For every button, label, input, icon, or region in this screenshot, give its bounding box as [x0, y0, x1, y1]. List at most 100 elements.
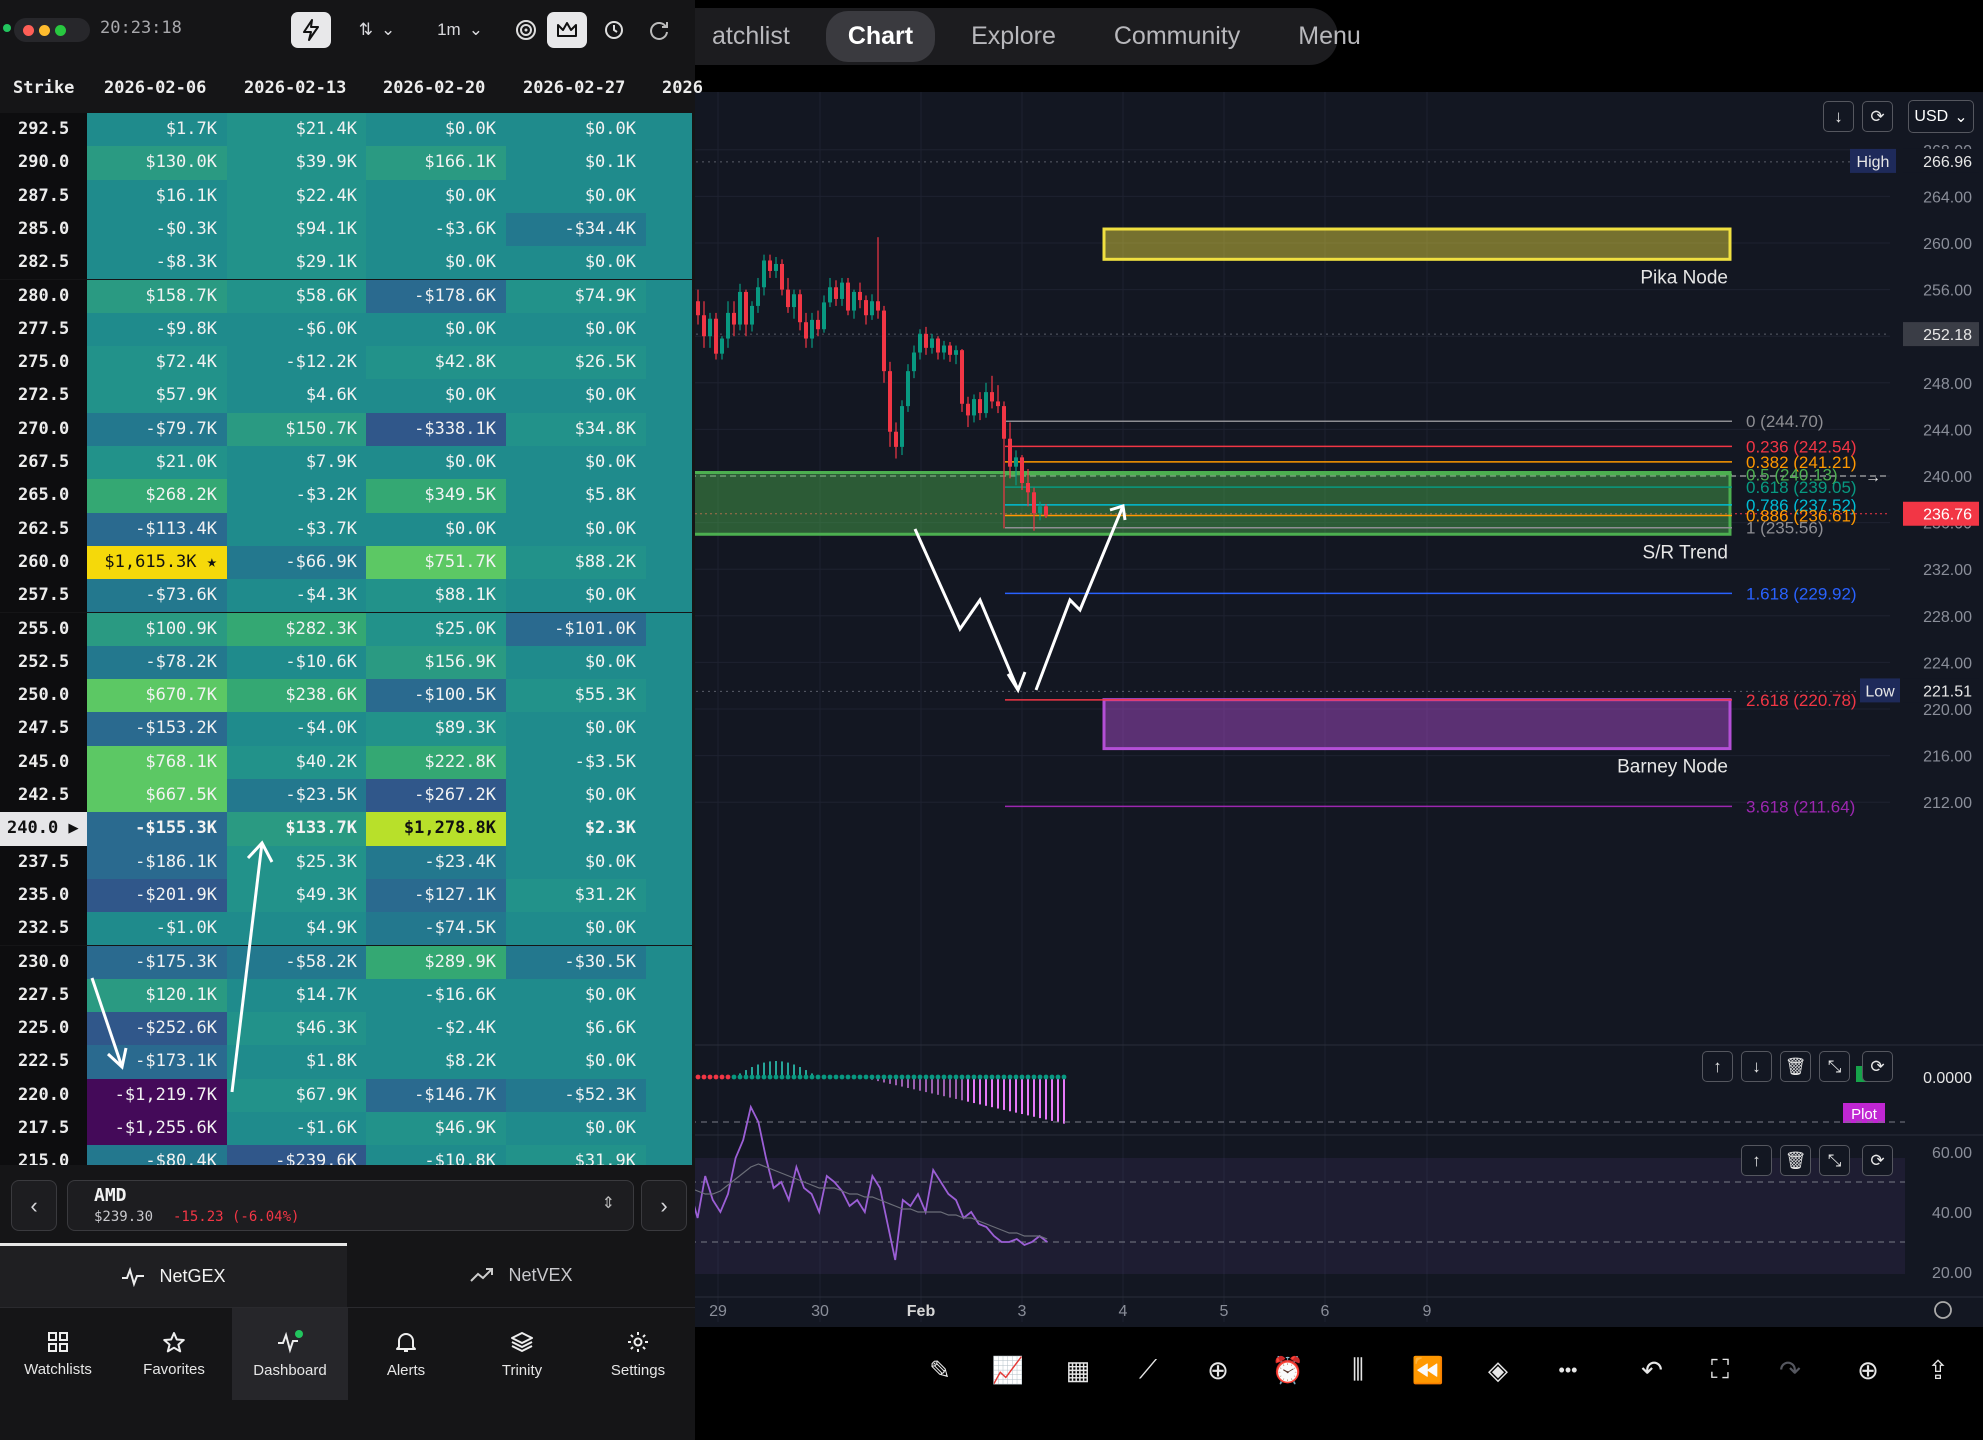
gex-value-cell[interactable]: $0.0K [366, 446, 506, 480]
gex-value-cell[interactable]: $22.4K [227, 179, 367, 213]
gex-value-cell[interactable]: $1,278.8K [366, 812, 506, 846]
gex-value-cell[interactable]: $39.9K [227, 146, 367, 180]
gex-value-cell[interactable]: -$2.4K [366, 1012, 506, 1046]
column-header-expiry[interactable]: 2026 [662, 78, 703, 98]
refresh-icon[interactable] [643, 12, 675, 48]
nav-trinity[interactable]: Trinity [464, 1308, 580, 1400]
replay-icon[interactable]: ⏪ [1408, 1350, 1448, 1390]
gex-value-cell[interactable]: $0.0K [506, 312, 646, 347]
rsi-pane-up-button[interactable]: ↑ [1741, 1145, 1772, 1176]
gex-value-cell[interactable]: -$16.6K [366, 978, 506, 1013]
gex-value-cell[interactable]: -$3.5K [506, 745, 646, 779]
gex-value-cell[interactable]: -$79.7K [87, 412, 227, 446]
gex-value-cell[interactable]: $89.3K [366, 712, 506, 746]
gex-value-cell[interactable]: $0.0K [506, 978, 646, 1013]
gex-value-cell[interactable]: $4.6K [227, 379, 367, 413]
interval-select[interactable]: 1m ⌄ [433, 12, 487, 48]
undo-icon[interactable]: ↶ [1632, 1350, 1672, 1390]
gex-value-cell[interactable]: $751.7K [366, 545, 506, 580]
table-row[interactable]: 285.0 -$0.3K $94.1K -$3.6K -$34.4K [0, 212, 695, 247]
gex-value-cell[interactable]: $166.1K [366, 146, 506, 180]
gex-value-cell[interactable]: -$239.6K [227, 1145, 367, 1165]
column-header-expiry[interactable]: 2026-02-06 [104, 78, 206, 98]
column-header-expiry[interactable]: 2026-02-27 [523, 78, 625, 98]
gex-value-cell[interactable]: $74.9K [506, 279, 646, 313]
gex-value-cell[interactable]: $26.5K [506, 346, 646, 380]
gex-value-cell[interactable]: -$338.1K [366, 412, 506, 446]
gex-value-cell[interactable]: $156.9K [366, 645, 506, 680]
gex-value-cell[interactable]: $0.0K [366, 512, 506, 546]
table-row[interactable]: 262.5 -$113.4K -$3.7K $0.0K $0.0K [0, 512, 695, 546]
gex-value-cell[interactable]: -$12.2K [227, 346, 367, 380]
sort-button[interactable]: ⇅ ⌄ [350, 12, 404, 48]
rsi-pane-delete-button[interactable]: 🗑 [1780, 1145, 1811, 1176]
gex-value-cell[interactable]: $94.1K [227, 212, 367, 247]
redo-icon[interactable]: ↷ [1770, 1350, 1810, 1390]
tab-community[interactable]: Community [1092, 11, 1262, 62]
gex-value-cell[interactable]: -$3.2K [227, 479, 367, 513]
nav-dashboard[interactable]: Dashboard [232, 1308, 348, 1400]
target-icon[interactable] [510, 12, 542, 48]
gex-value-cell[interactable]: $5.8K [506, 479, 646, 513]
table-row[interactable]: 270.0 -$79.7K $150.7K -$338.1K $34.8K [0, 412, 695, 446]
gex-value-cell[interactable]: $31.2K [506, 878, 646, 913]
pane-up-button[interactable]: ↑ [1702, 1051, 1733, 1082]
gex-value-cell[interactable]: $21.0K [87, 446, 227, 480]
next-ticker-button[interactable]: › [641, 1180, 687, 1231]
nav-favorites[interactable]: Favorites [116, 1308, 232, 1400]
gex-value-cell[interactable]: $0.1K [506, 146, 646, 180]
gex-value-cell[interactable]: -$127.1K [366, 878, 506, 913]
gex-value-cell[interactable]: $0.0K [366, 312, 506, 347]
gex-value-cell[interactable]: $158.7K [87, 279, 227, 313]
gex-value-cell[interactable]: -$23.4K [366, 845, 506, 879]
gex-value-cell[interactable]: $268.2K [87, 479, 227, 513]
gex-value-cell[interactable]: -$80.4K [87, 1145, 227, 1165]
gex-value-cell[interactable]: -$74.5K [366, 912, 506, 946]
gex-value-cell[interactable]: -$1,255.6K [87, 1112, 227, 1146]
gex-value-cell[interactable]: $55.3K [506, 679, 646, 713]
table-row[interactable]: 265.0 $268.2K -$3.2K $349.5K $5.8K [0, 479, 695, 513]
gex-value-cell[interactable]: -$3.7K [227, 512, 367, 546]
rsi-pane-collapse-button[interactable]: ⤡ [1819, 1145, 1850, 1176]
gex-value-cell[interactable]: $72.4K [87, 346, 227, 380]
gex-value-cell[interactable]: -$0.3K [87, 212, 227, 247]
rsi-pane-settings-button[interactable]: ⟳ [1862, 1145, 1893, 1176]
gex-value-cell[interactable]: $1,615.3K ★ [87, 545, 227, 580]
gex-value-cell[interactable]: $25.0K [366, 612, 506, 646]
tab-netvex[interactable]: NetVEX [348, 1243, 695, 1307]
gex-value-cell[interactable]: $130.0K [87, 146, 227, 180]
add-icon[interactable]: ⊕ [1198, 1350, 1238, 1390]
time-axis[interactable]: 282930Feb34569 [690, 1296, 1983, 1320]
nav-settings[interactable]: Settings [580, 1308, 696, 1400]
gex-value-cell[interactable]: -$8.3K [87, 246, 227, 280]
fullscreen-icon[interactable]: ⛶ [1700, 1350, 1740, 1390]
gex-value-cell[interactable]: $57.9K [87, 379, 227, 413]
gex-value-cell[interactable]: $31.9K [506, 1145, 646, 1165]
table-row[interactable]: 280.0 $158.7K $58.6K -$178.6K $74.9K [0, 279, 695, 313]
share-icon[interactable]: ⇪ [1918, 1350, 1958, 1390]
scroll-down-button[interactable]: ↓ [1823, 101, 1854, 132]
gex-value-cell[interactable]: $2.3K [506, 812, 646, 846]
trend-lines-icon[interactable]: ⟋ [1128, 1350, 1168, 1390]
gex-value-cell[interactable]: $0.0K [506, 113, 646, 147]
gex-value-cell[interactable]: $0.0K [506, 912, 646, 946]
gex-value-cell[interactable]: $0.0K [506, 845, 646, 879]
tab-explore[interactable]: Explore [949, 11, 1078, 62]
previous-ticker-button[interactable]: ‹ [11, 1180, 57, 1231]
more-icon[interactable]: ••• [1548, 1350, 1588, 1390]
chart-canvas[interactable]: Pika Node S/R Trend Barney Node 0 (244.70)… [690, 92, 1983, 1327]
gex-value-cell[interactable]: $7.9K [227, 446, 367, 480]
close-dot-icon[interactable] [23, 24, 34, 36]
lightning-icon[interactable] [291, 12, 331, 48]
tab-netgex[interactable]: NetGEX [0, 1243, 347, 1307]
gex-value-cell[interactable]: $16.1K [87, 179, 227, 213]
gex-value-cell[interactable]: $58.6K [227, 279, 367, 313]
ticker-dropdown[interactable]: AMD $239.30 -15.23 (-6.04%) ⇕ [67, 1180, 634, 1231]
gex-value-cell[interactable]: -$3.6K [366, 212, 506, 247]
gex-value-cell[interactable]: -$267.2K [366, 779, 506, 813]
gex-value-cell[interactable]: $6.6K [506, 1012, 646, 1046]
table-row[interactable]: 282.5 -$8.3K $29.1K $0.0K $0.0K [0, 246, 695, 280]
gex-value-cell[interactable]: $0.0K [506, 1112, 646, 1146]
gex-value-cell[interactable]: $0.0K [506, 246, 646, 280]
gex-value-cell[interactable]: $88.2K [506, 545, 646, 580]
